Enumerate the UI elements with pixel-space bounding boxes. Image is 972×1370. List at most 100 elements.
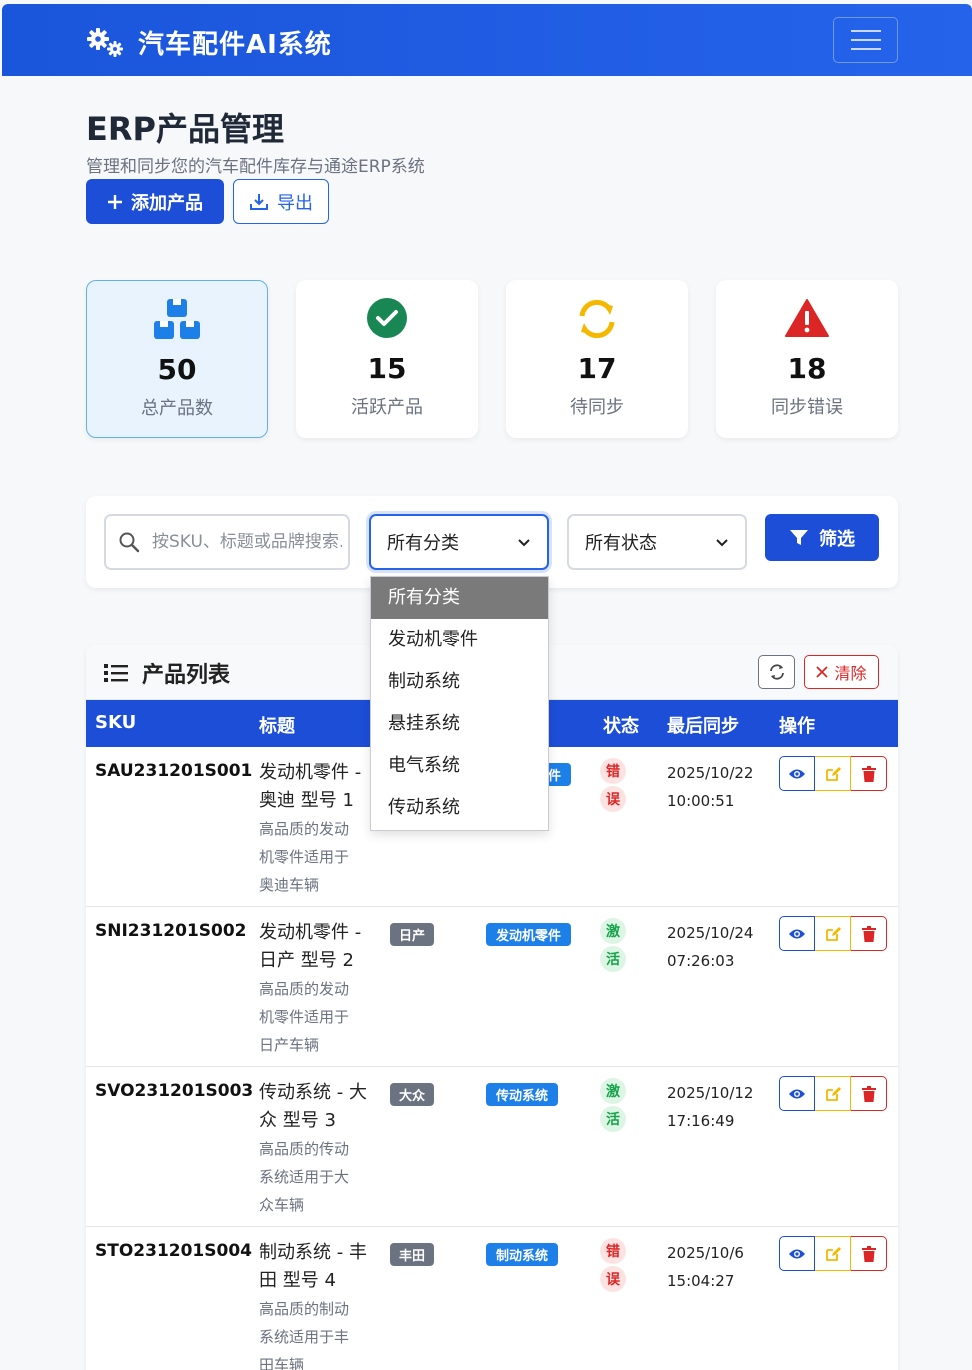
stat-error-value: 18: [787, 352, 827, 385]
delete-button[interactable]: [851, 1076, 887, 1111]
category-option-transmission[interactable]: 传动系统: [371, 787, 548, 829]
hamburger-icon: [850, 39, 881, 41]
edit-button[interactable]: [815, 756, 851, 791]
hamburger-icon: [850, 30, 881, 32]
edit-button[interactable]: [815, 1236, 851, 1271]
brand-badge: 丰田: [390, 1243, 435, 1266]
brand-badge: 大众: [390, 1083, 435, 1106]
trash-icon: [861, 1245, 876, 1262]
row-description: 高品质的传动系统适用于大众车辆: [259, 1140, 350, 1214]
row-sku: SVO231201S003: [95, 1081, 254, 1101]
category-select-value: 所有分类: [387, 533, 459, 554]
product-list-title-text: 产品列表: [142, 663, 231, 688]
category-option-brake[interactable]: 制动系统: [371, 661, 548, 703]
eye-icon: [789, 929, 805, 938]
row-sku: SNI231201S002: [95, 921, 247, 941]
row-last-sync: 2025/10/24 07:26:03: [667, 919, 753, 975]
delete-button[interactable]: [851, 1236, 887, 1271]
view-button[interactable]: [779, 756, 815, 791]
menu-toggle-button[interactable]: [833, 17, 898, 63]
row-sync-date: 2025/10/12: [667, 1084, 754, 1102]
delete-button[interactable]: [851, 756, 887, 791]
status-badge-line: 活: [600, 946, 626, 972]
category-badge: 传动系统: [486, 1083, 559, 1106]
category-option-all[interactable]: 所有分类: [371, 577, 548, 619]
status-badge-line: 活: [600, 1106, 626, 1132]
category-option-engine[interactable]: 发动机零件: [371, 619, 548, 661]
table-row: SVO231201S003 传动系统 - 大众 型号 3 高品质的传动系统适用于…: [86, 1067, 898, 1227]
edit-button[interactable]: [815, 916, 851, 951]
warning-icon: [785, 299, 829, 337]
view-button[interactable]: [779, 1236, 815, 1271]
stat-card-total[interactable]: 50 总产品数: [86, 280, 268, 438]
row-sync-time: 17:16:49: [667, 1112, 735, 1130]
category-option-suspension[interactable]: 悬挂系统: [371, 703, 548, 745]
stat-card-error[interactable]: 18 同步错误: [716, 280, 898, 438]
status-badge-line: 错: [600, 758, 626, 784]
stat-total-label: 总产品数: [141, 398, 213, 419]
stat-pending-value: 17: [577, 352, 617, 385]
column-header-actions: 操作: [779, 716, 815, 737]
edit-icon: [825, 926, 841, 941]
brand-title: 汽车配件AI系统: [138, 30, 332, 60]
status-select[interactable]: 所有状态: [567, 514, 747, 570]
search-input[interactable]: [152, 532, 342, 552]
category-option-electrical[interactable]: 电气系统: [371, 745, 548, 787]
refresh-icon: [769, 664, 784, 680]
refresh-button[interactable]: [758, 655, 795, 689]
row-title: 传动系统 - 大众 型号 3: [259, 1082, 367, 1131]
eye-icon: [789, 1249, 805, 1258]
row-sync-time: 10:00:51: [667, 792, 735, 810]
row-actions: [779, 756, 887, 791]
export-button[interactable]: 导出: [233, 179, 329, 224]
download-icon: [250, 193, 268, 210]
boxes-icon: [154, 299, 200, 339]
trash-icon: [861, 765, 876, 782]
status-badge-line: 激: [600, 1078, 626, 1104]
stat-card-pending[interactable]: 17 待同步: [506, 280, 688, 438]
row-last-sync: 2025/10/12 17:16:49: [667, 1079, 753, 1135]
stat-card-active[interactable]: 15 活跃产品: [296, 280, 478, 438]
row-actions: [779, 916, 887, 951]
status-badge-line: 误: [600, 1266, 626, 1292]
status-badge: 激 活: [600, 918, 626, 974]
brand[interactable]: 汽车配件AI系统: [86, 24, 332, 61]
row-sku: STO231201S004: [95, 1241, 252, 1261]
clear-button[interactable]: 清除: [804, 655, 879, 689]
sync-icon: [579, 299, 615, 339]
status-badge-line: 激: [600, 918, 626, 944]
row-actions: [779, 1076, 887, 1111]
check-circle-icon: [367, 298, 407, 338]
filter-button[interactable]: 筛选: [765, 514, 879, 561]
status-badge: 错 误: [600, 758, 626, 814]
navbar: 汽车配件AI系统: [2, 4, 972, 76]
column-header-sku[interactable]: SKU: [95, 712, 136, 733]
stat-pending-label: 待同步: [570, 397, 624, 418]
view-button[interactable]: [779, 1076, 815, 1111]
row-last-sync: 2025/10/22 10:00:51: [667, 759, 753, 815]
row-title: 制动系统 - 丰田 型号 4: [259, 1242, 367, 1291]
edit-icon: [825, 766, 841, 781]
view-button[interactable]: [779, 916, 815, 951]
row-sync-date: 2025/10/24: [667, 924, 754, 942]
funnel-icon: [790, 529, 808, 545]
status-badge-line: 错: [600, 1238, 626, 1264]
column-header-last-sync[interactable]: 最后同步: [667, 712, 739, 738]
status-badge-line: 误: [600, 786, 626, 812]
search-box[interactable]: [104, 514, 350, 570]
trash-icon: [861, 1085, 876, 1102]
row-title: 发动机零件 - 奥迪 型号 1: [259, 762, 362, 811]
row-sync-date: 2025/10/6: [667, 1244, 744, 1262]
delete-button[interactable]: [851, 916, 887, 951]
row-title: 发动机零件 - 日产 型号 2: [259, 922, 362, 971]
add-product-button[interactable]: 添加产品: [86, 179, 224, 224]
column-header-status[interactable]: 状态: [603, 712, 639, 738]
row-sync-time: 15:04:27: [667, 1272, 735, 1290]
category-select[interactable]: 所有分类: [369, 514, 549, 570]
plus-icon: [108, 194, 122, 209]
column-header-title[interactable]: 标题: [259, 712, 295, 738]
edit-button[interactable]: [815, 1076, 851, 1111]
page-title: ERP产品管理: [86, 110, 284, 148]
row-description: 高品质的发动机零件适用于日产车辆: [259, 980, 350, 1054]
add-product-label: 添加产品: [131, 192, 203, 214]
